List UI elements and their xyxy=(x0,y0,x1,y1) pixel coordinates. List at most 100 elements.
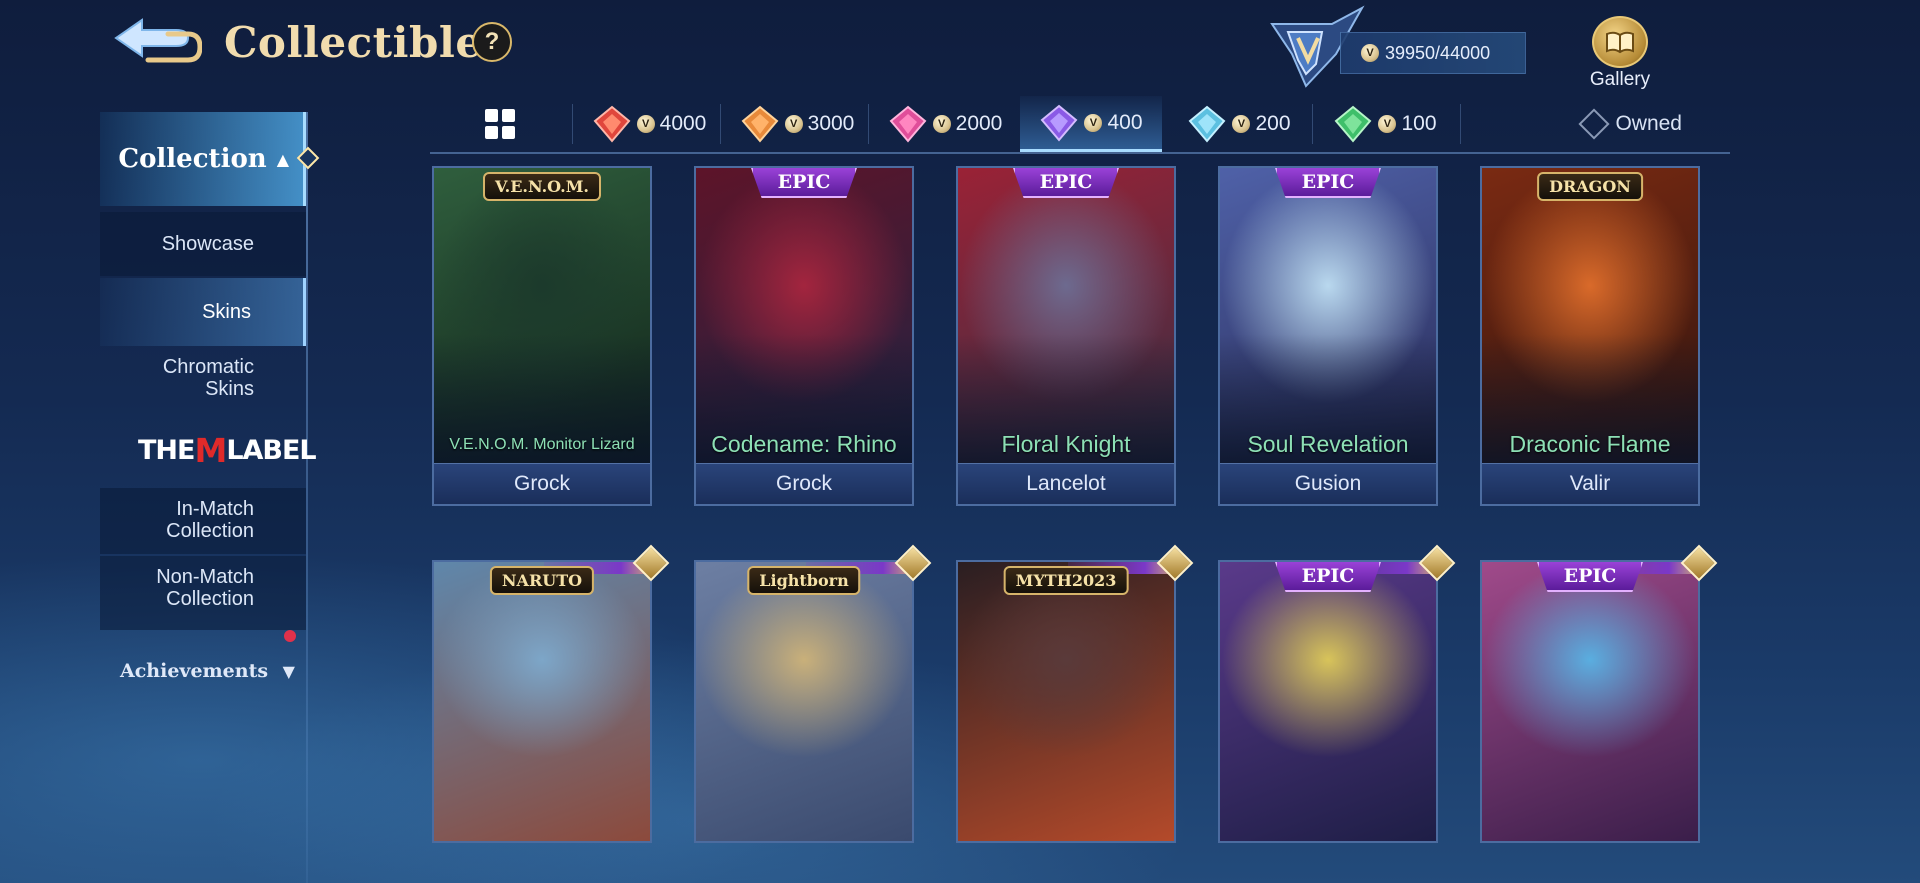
book-icon xyxy=(1592,16,1648,68)
epic-badge: EPIC xyxy=(1013,168,1119,198)
achievements-label: Achievements xyxy=(120,660,269,682)
green-gem-icon xyxy=(1335,105,1372,143)
chevron-down-icon: ▼ xyxy=(282,662,295,681)
sidebar-item-chromatic-skins[interactable]: Chromatic Skins xyxy=(100,356,306,420)
skin-artwork xyxy=(696,562,912,841)
gallery-label: Gallery xyxy=(1589,69,1651,90)
sidebar-item-non-match-collection[interactable]: Non-Match Collection xyxy=(100,556,306,630)
hero-name: Valir xyxy=(1482,463,1698,504)
sidebar-item-label: Collection xyxy=(166,520,254,542)
coin-icon: V xyxy=(1084,113,1103,132)
tab-all[interactable] xyxy=(430,96,570,152)
sidebar-item-label: Collection xyxy=(166,588,254,610)
skin-card[interactable]: EPIC Codename: Rhino Grock xyxy=(694,166,914,506)
sidebar-item-label: Skins xyxy=(205,378,254,400)
tab-tier-3000[interactable]: V 3000 xyxy=(728,96,866,152)
owned-filter-checkbox[interactable]: Owned xyxy=(1578,96,1682,152)
sidebar-item-label: Chromatic xyxy=(162,356,254,378)
orange-gem-icon xyxy=(741,105,779,143)
skin-name: Codename: Rhino xyxy=(711,431,897,457)
skin-name: Soul Revelation xyxy=(1247,431,1409,457)
tab-label: 4000 xyxy=(659,112,707,135)
epic-badge: EPIC xyxy=(751,168,857,198)
sidebar-item-skins[interactable]: Skins xyxy=(100,278,306,346)
skin-card[interactable]: EPIC Soul Revelation Gusion xyxy=(1218,166,1438,506)
skin-name: Floral Knight xyxy=(1001,431,1131,457)
the-m-label-logo[interactable]: THE M LABEL xyxy=(138,430,317,470)
sidebar-achievements[interactable]: Achievements ▼ xyxy=(120,660,310,682)
tab-divider xyxy=(720,104,721,144)
epic-badge: EPIC xyxy=(1275,562,1381,592)
series-logo-badge: V.E.N.O.M. xyxy=(483,172,601,201)
tab-tier-2000[interactable]: V 2000 xyxy=(876,96,1014,152)
skin-name: Draconic Flame xyxy=(1509,431,1671,457)
skin-artwork xyxy=(434,562,650,841)
collector-points: V 39950/44000 xyxy=(1340,32,1526,74)
tab-label: 400 xyxy=(1107,110,1143,134)
mlabel-m: M xyxy=(194,430,227,470)
tab-divider xyxy=(868,104,869,144)
hero-name: Grock xyxy=(696,463,912,504)
tabs-underline xyxy=(430,152,1730,154)
skin-card[interactable]: V.E.N.O.M. V.E.N.O.M. Monitor Lizard Grock xyxy=(432,166,652,506)
help-button[interactable]: ? xyxy=(472,22,512,62)
collection-label: Collection xyxy=(118,144,267,174)
skin-card[interactable]: Lightborn xyxy=(694,560,914,843)
tab-tier-400[interactable]: V 400 xyxy=(1020,96,1162,152)
mlabel-label: LABEL xyxy=(226,434,316,466)
hero-name: Lancelot xyxy=(958,463,1174,504)
series-logo-badge: DRAGON xyxy=(1537,172,1643,201)
blue-gem-icon xyxy=(1189,105,1226,143)
coin-icon: V xyxy=(636,115,655,133)
hero-name: Gusion xyxy=(1220,463,1436,504)
tab-tier-4000[interactable]: V 4000 xyxy=(580,96,718,152)
notification-dot xyxy=(284,630,296,642)
skin-card[interactable]: EPIC xyxy=(1218,560,1438,843)
tab-tier-200[interactable]: V 200 xyxy=(1170,96,1308,152)
coin-icon: V xyxy=(1361,44,1379,62)
sidebar-collection[interactable]: Collection ▲ xyxy=(100,112,306,206)
coin-icon: V xyxy=(1232,115,1251,133)
skin-artwork xyxy=(1220,562,1436,841)
tab-label: 2000 xyxy=(955,112,1003,135)
series-logo-badge: MYTH2023 xyxy=(1003,566,1129,595)
tab-label: 100 xyxy=(1401,112,1437,135)
tab-label: 200 xyxy=(1255,112,1291,135)
epic-badge: EPIC xyxy=(1537,562,1643,592)
mlabel-the: THE xyxy=(138,434,195,466)
skin-card[interactable]: EPIC Floral Knight Lancelot xyxy=(956,166,1176,506)
points-value: 39950/44000 xyxy=(1385,42,1491,63)
checkbox-diamond-icon xyxy=(1578,108,1611,140)
pink-gem-icon xyxy=(889,105,927,143)
back-arrow-icon[interactable] xyxy=(108,14,202,66)
series-logo-badge: NARUTO xyxy=(489,566,595,595)
series-logo-badge: Lightborn xyxy=(747,566,861,595)
skin-name: V.E.N.O.M. Monitor Lizard xyxy=(449,436,635,453)
tab-divider xyxy=(572,104,573,144)
owned-label: Owned xyxy=(1615,112,1682,135)
skin-card[interactable]: MYTH2023 xyxy=(956,560,1176,843)
price-tier-tabs: V 4000 V 3000 V 2000 V 400 V 200 V 100 O… xyxy=(430,96,1730,152)
tab-label: 3000 xyxy=(807,112,855,135)
chevron-up-icon: ▲ xyxy=(276,149,289,169)
sidebar-item-in-match-collection[interactable]: In-Match Collection xyxy=(100,488,306,554)
tab-divider xyxy=(1460,104,1461,144)
skin-artwork xyxy=(958,562,1174,841)
tab-divider xyxy=(1312,104,1313,144)
sidebar-item-label: Non-Match xyxy=(156,566,254,588)
sidebar-item-showcase[interactable]: Showcase xyxy=(100,212,306,276)
tab-tier-100[interactable]: V 100 xyxy=(1320,96,1450,152)
page-title: Collectible xyxy=(224,18,483,67)
coin-icon: V xyxy=(1378,115,1397,133)
sidebar-item-label: Skins xyxy=(202,301,251,323)
skin-card[interactable]: DRAGON Draconic Flame Valir xyxy=(1480,166,1700,506)
red-gem-icon xyxy=(593,105,631,143)
grid-icon xyxy=(485,109,515,139)
skin-card[interactable]: NARUTO xyxy=(432,560,652,843)
epic-badge: EPIC xyxy=(1275,168,1381,198)
hero-name: Grock xyxy=(434,463,650,504)
skin-card[interactable]: EPIC xyxy=(1480,560,1700,843)
sidebar-item-label: Showcase xyxy=(161,233,254,255)
gallery-button[interactable]: Gallery xyxy=(1580,16,1660,90)
coin-icon: V xyxy=(932,115,951,133)
